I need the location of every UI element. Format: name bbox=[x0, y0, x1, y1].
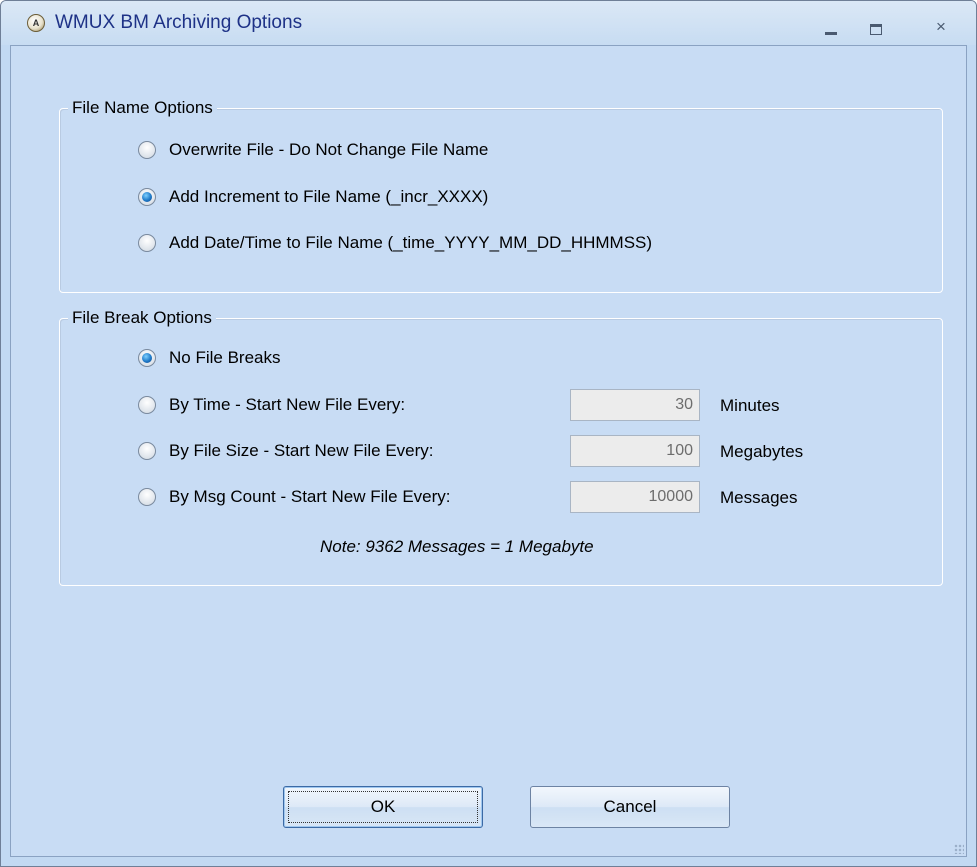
radio-label: No File Breaks bbox=[169, 348, 281, 367]
radio-label: By Time - Start New File Every: bbox=[169, 395, 406, 414]
window-title: WMUX BM Archiving Options bbox=[55, 12, 303, 33]
radio-label: By Msg Count - Start New File Every: bbox=[169, 487, 451, 506]
dialog-body: File Name Options Overwrite File - Do No… bbox=[10, 45, 967, 857]
note-text: Note: 9362 Messages = 1 Megabyte bbox=[320, 537, 594, 556]
radio-button[interactable] bbox=[138, 442, 156, 460]
cancel-button-label: Cancel bbox=[603, 797, 657, 816]
file-break-options-legend: File Break Options bbox=[68, 307, 216, 329]
msg-count-messages-input[interactable]: 10000 bbox=[570, 481, 700, 513]
ok-button[interactable]: OK bbox=[283, 786, 483, 828]
radio-add-increment[interactable]: Add Increment to File Name (_incr_XXXX) bbox=[138, 185, 488, 209]
radio-add-datetime[interactable]: Add Date/Time to File Name (_time_YYYY_M… bbox=[138, 231, 652, 255]
maximize-icon bbox=[870, 24, 882, 35]
file-break-options-group: File Break Options No File Breaks By Tim… bbox=[59, 307, 943, 586]
close-icon: × bbox=[936, 17, 946, 36]
radio-by-time[interactable]: By Time - Start New File Every: bbox=[138, 393, 405, 417]
radio-no-file-breaks[interactable]: No File Breaks bbox=[138, 346, 280, 370]
radio-label: Overwrite File - Do Not Change File Name bbox=[169, 140, 489, 159]
cancel-button[interactable]: Cancel bbox=[530, 786, 730, 828]
radio-button-checked[interactable] bbox=[138, 349, 156, 367]
minimize-button[interactable] bbox=[811, 12, 851, 42]
file-name-options-legend: File Name Options bbox=[68, 97, 217, 119]
dialog-window: A WMUX BM Archiving Options × File Name … bbox=[0, 0, 977, 867]
radio-overwrite-file[interactable]: Overwrite File - Do Not Change File Name bbox=[138, 138, 488, 162]
radio-button-checked[interactable] bbox=[138, 188, 156, 206]
radio-by-file-size[interactable]: By File Size - Start New File Every: bbox=[138, 439, 434, 463]
minutes-unit-label: Minutes bbox=[720, 396, 780, 415]
radio-button[interactable] bbox=[138, 141, 156, 159]
minimize-icon bbox=[825, 32, 837, 35]
app-icon: A bbox=[27, 14, 45, 32]
megabytes-unit-label: Megabytes bbox=[720, 442, 804, 461]
radio-button[interactable] bbox=[138, 396, 156, 414]
radio-button[interactable] bbox=[138, 234, 156, 252]
time-minutes-input[interactable]: 30 bbox=[570, 389, 700, 421]
radio-label: Add Increment to File Name (_incr_XXXX) bbox=[169, 187, 489, 206]
resize-grip-icon[interactable] bbox=[954, 844, 964, 854]
focus-rectangle bbox=[288, 791, 478, 823]
title-bar[interactable]: A WMUX BM Archiving Options × bbox=[1, 1, 976, 45]
close-button[interactable]: × bbox=[921, 12, 961, 42]
file-name-options-group: File Name Options Overwrite File - Do No… bbox=[59, 97, 943, 293]
radio-label: By File Size - Start New File Every: bbox=[169, 441, 434, 460]
radio-by-msg-count[interactable]: By Msg Count - Start New File Every: bbox=[138, 485, 451, 509]
radio-button[interactable] bbox=[138, 488, 156, 506]
messages-unit-label: Messages bbox=[720, 488, 798, 507]
maximize-button[interactable] bbox=[856, 12, 896, 42]
radio-label: Add Date/Time to File Name (_time_YYYY_M… bbox=[169, 233, 653, 252]
file-size-megabytes-input[interactable]: 100 bbox=[570, 435, 700, 467]
